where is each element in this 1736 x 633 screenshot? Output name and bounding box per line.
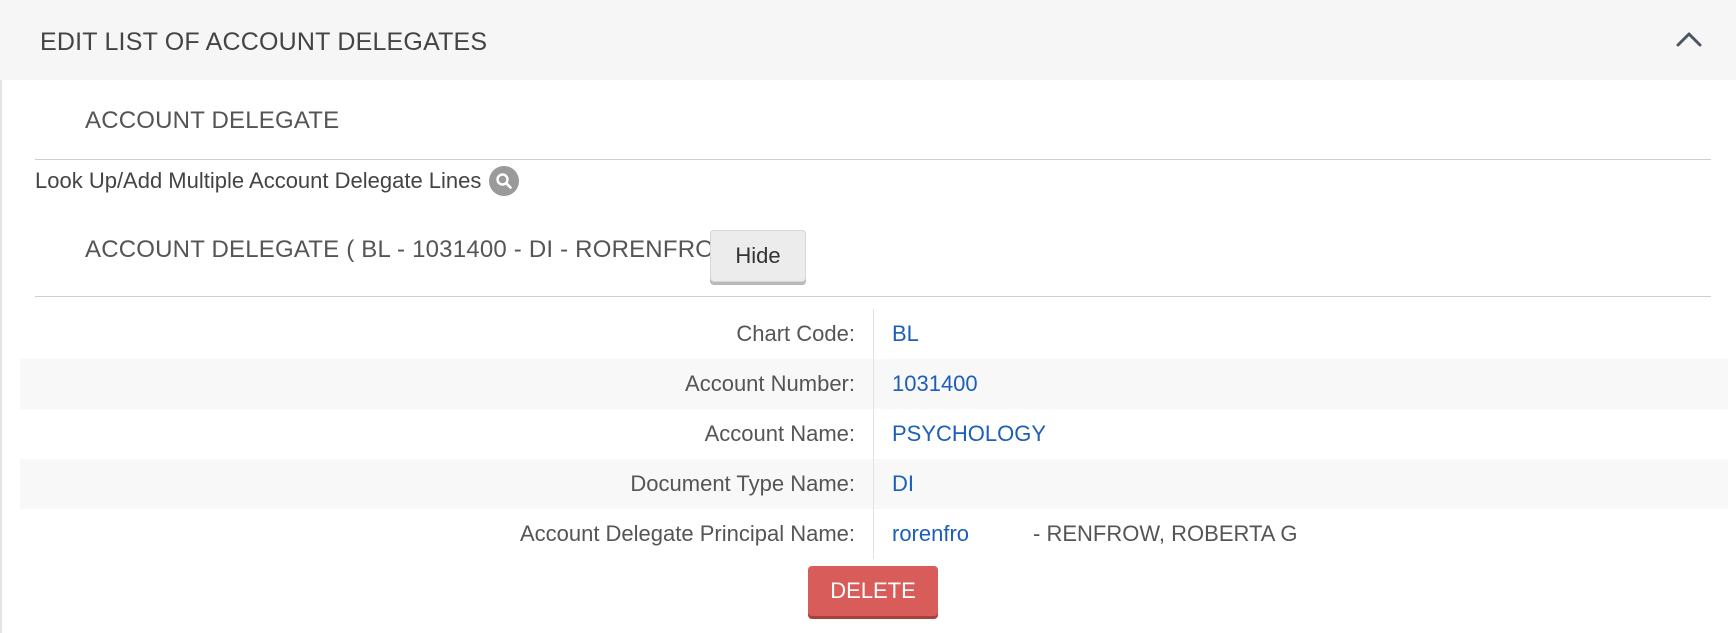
- delegate-divider: [35, 296, 1711, 297]
- field-label: Account Number:: [20, 359, 874, 409]
- delegate-detail-grid: Chart Code: BL Account Number: 1031400 A…: [20, 309, 1728, 559]
- chevron-up-icon: [1676, 32, 1702, 47]
- collapse-button[interactable]: [1672, 22, 1706, 56]
- field-label: Document Type Name:: [20, 459, 874, 509]
- principal-name-link[interactable]: rorenfro: [892, 509, 969, 559]
- field-value: PSYCHOLOGY: [874, 409, 1046, 459]
- field-label: Account Delegate Principal Name:: [20, 509, 874, 559]
- delete-button[interactable]: DELETE: [808, 566, 938, 616]
- field-row-account-number: Account Number: 1031400: [20, 359, 1728, 409]
- field-row-principal-name: Account Delegate Principal Name: rorenfr…: [20, 509, 1728, 559]
- account-number-value: 1031400: [892, 371, 978, 396]
- field-value: 1031400: [874, 359, 978, 409]
- hide-button[interactable]: Hide: [710, 230, 806, 282]
- field-value: rorenfro - RENFROW, ROBERTA G: [874, 509, 1297, 559]
- search-icon[interactable]: [489, 166, 520, 196]
- chart-code-value: BL: [892, 321, 919, 346]
- lookup-row: Look Up/Add Multiple Account Delegate Li…: [35, 166, 520, 196]
- section-title: ACCOUNT DELEGATE: [85, 107, 340, 134]
- panel-title: EDIT LIST OF ACCOUNT DELEGATES: [40, 28, 488, 56]
- section-divider: [35, 159, 1711, 160]
- delegate-title: ACCOUNT DELEGATE ( BL - 1031400 - DI - R…: [85, 236, 730, 263]
- field-label: Account Name:: [20, 409, 874, 459]
- principal-full-name: - RENFROW, ROBERTA G: [1033, 521, 1298, 546]
- lookup-label: Look Up/Add Multiple Account Delegate Li…: [35, 168, 482, 193]
- field-value: DI: [874, 459, 914, 509]
- field-row-chart-code: Chart Code: BL: [20, 309, 1728, 359]
- document-type-value: DI: [892, 471, 914, 496]
- field-label: Chart Code:: [20, 309, 874, 359]
- field-value: BL: [874, 309, 919, 359]
- field-row-account-name: Account Name: PSYCHOLOGY: [20, 409, 1728, 459]
- account-name-value: PSYCHOLOGY: [892, 421, 1047, 446]
- panel-header: EDIT LIST OF ACCOUNT DELEGATES: [0, 0, 1736, 86]
- field-row-document-type: Document Type Name: DI: [20, 459, 1728, 509]
